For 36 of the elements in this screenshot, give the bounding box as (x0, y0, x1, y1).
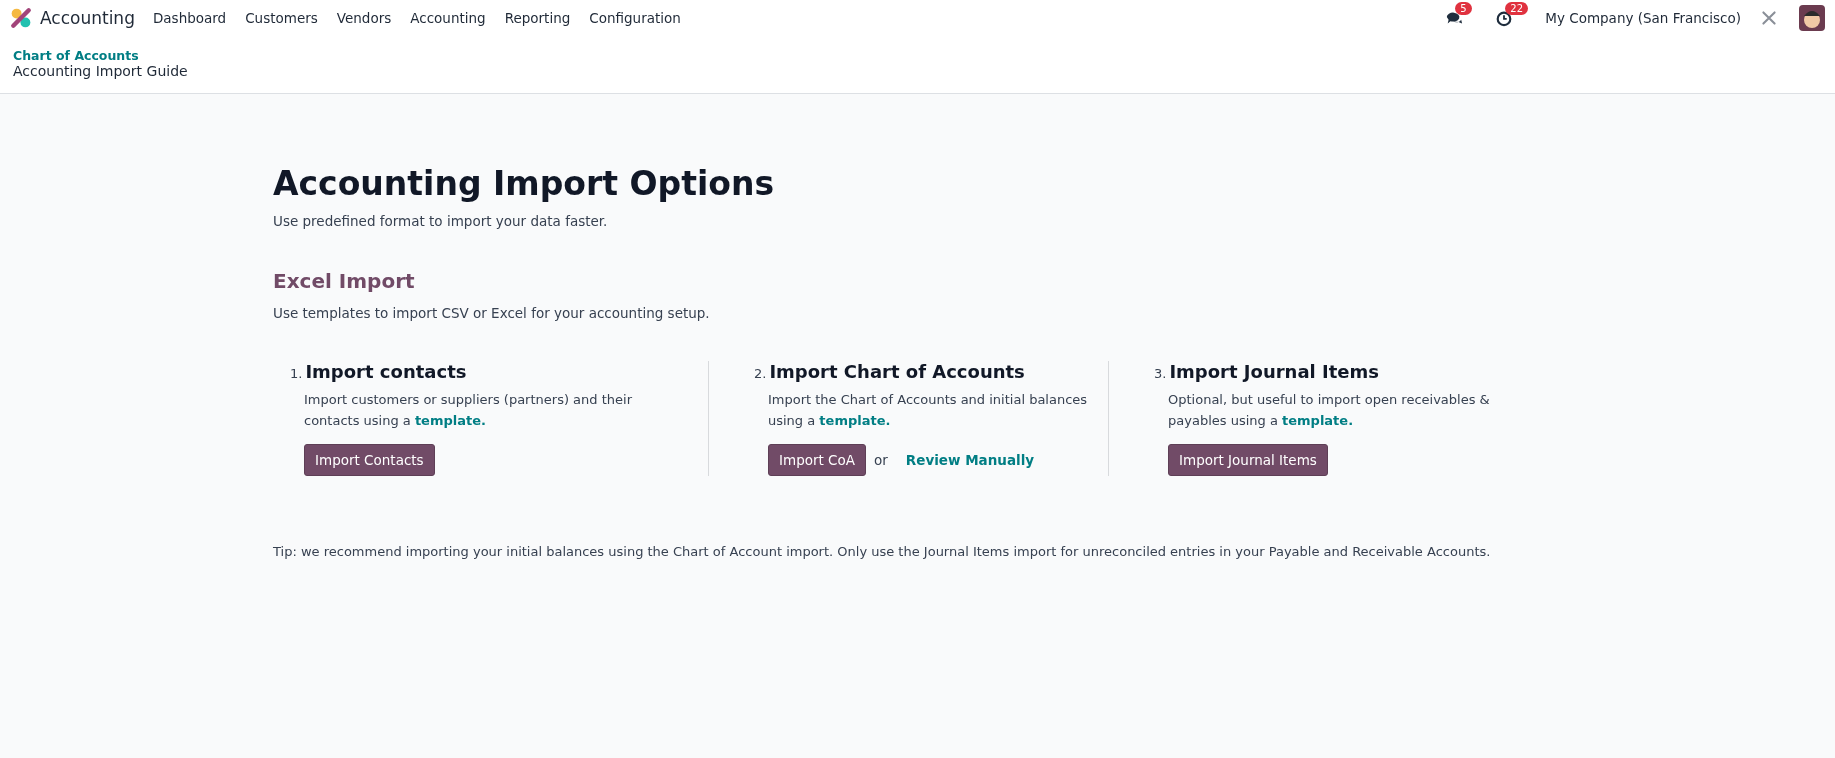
template-link[interactable]: template. (414, 412, 486, 428)
template-link[interactable]: template. (1282, 412, 1354, 428)
step-number: 2. (754, 366, 767, 381)
step-description: Import customers or suppliers (partners) and their contacts using a template. (304, 391, 633, 430)
page-title: Accounting Import Options (273, 164, 776, 203)
step-description: Optional, but useful to import open receivables & payables using a template. (1168, 391, 1491, 430)
user-avatar-icon[interactable] (1799, 5, 1825, 31)
activities-count-badge: 22 (1505, 2, 1528, 15)
review-manually-link[interactable]: Review Manually (905, 451, 1035, 468)
template-link[interactable]: template. (819, 412, 891, 428)
or-label: or (874, 451, 888, 468)
section-title: Excel Import (273, 269, 416, 293)
step-description: Import the Chart of Accounts and initial balances using a template. (768, 391, 1089, 430)
menu-item[interactable]: Customers (245, 10, 318, 26)
app-logo-icon[interactable] (10, 7, 32, 29)
page-subtitle: Use predefined format to import your data faster. (273, 213, 609, 229)
step-title: Import Journal Items (1169, 361, 1379, 382)
import-button[interactable]: Import Contacts (304, 443, 435, 476)
messages-count-badge: 5 (1455, 2, 1472, 15)
app-name[interactable]: Accounting (40, 8, 135, 28)
menu-item[interactable]: Configuration (589, 10, 681, 26)
menu-item[interactable]: Vendors (336, 10, 392, 26)
tip-text: Tip: we recommend importing your initial balances using the Chart of Account import. Only use the Journal Items import for unreconciled entries in your Payable and Receivable Accounts. (273, 543, 1492, 559)
breadcrumb-current: Accounting Import Guide (13, 63, 189, 79)
step-title: Import Chart of Accounts (769, 361, 1025, 382)
company-switcher[interactable]: My Company (San Francisco) (1545, 10, 1741, 26)
menu-item[interactable]: Reporting (504, 10, 571, 26)
breadcrumb-link[interactable]: Chart of Accounts (13, 48, 1822, 63)
step-number: 1. (290, 366, 303, 381)
section-description: Use templates to import CSV or Excel for your accounting setup. (273, 305, 711, 321)
menu-item[interactable]: Dashboard (152, 10, 227, 26)
import-button[interactable]: Import Journal Items (1168, 443, 1328, 476)
step-title: Import contacts (305, 361, 467, 382)
menu-item[interactable]: Accounting (410, 10, 486, 26)
import-button[interactable]: Import CoA (768, 443, 867, 476)
step-number: 3. (1154, 366, 1167, 381)
